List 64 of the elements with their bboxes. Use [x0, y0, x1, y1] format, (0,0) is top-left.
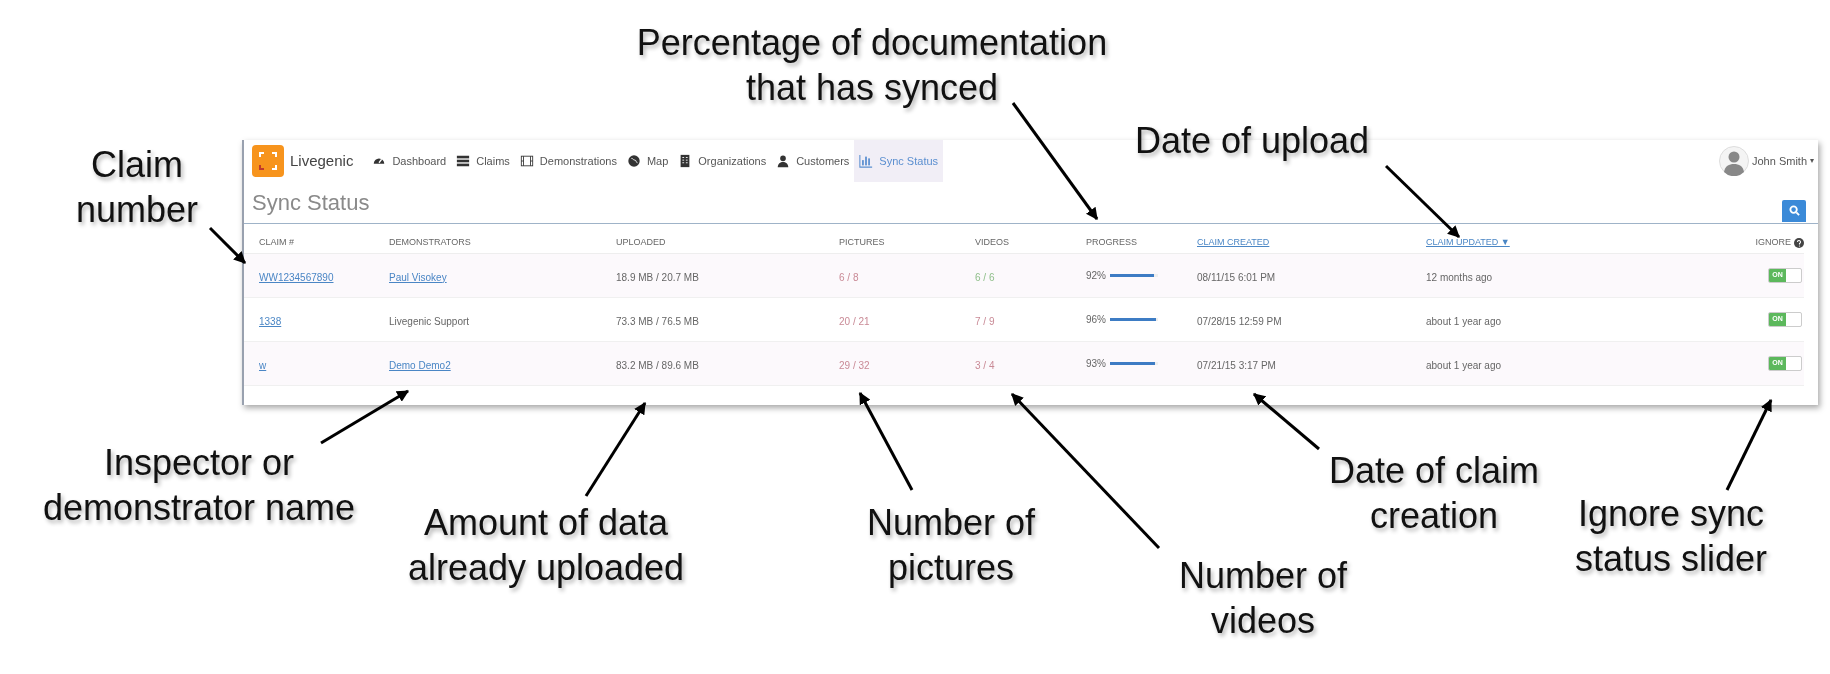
annotation-label: Claim number [75, 143, 199, 232]
logo-icon [252, 145, 284, 177]
list-icon [456, 154, 471, 168]
video-count: 7 / 9 [975, 315, 995, 327]
updated-date: 12 months ago [1426, 271, 1493, 283]
nav-item[interactable]: Demonstrations [514, 140, 622, 182]
brand-name: Livegenic [290, 150, 354, 171]
annotation-label: Number of pictures [866, 501, 1036, 590]
picture-count: 20 / 21 [839, 315, 870, 327]
person-icon [776, 154, 791, 168]
updated-date: about 1 year ago [1426, 359, 1502, 371]
nav-item[interactable]: Customers [771, 140, 855, 182]
demonstrator-link[interactable]: Paul Visokey [389, 271, 447, 283]
picture-count: 29 / 32 [839, 359, 870, 371]
column-header: DEMONSTRATORS [389, 235, 471, 249]
video-count: 3 / 4 [975, 359, 995, 371]
updated-date: about 1 year ago [1426, 315, 1502, 327]
progress-percent: 96% [1086, 313, 1106, 327]
picture-count: 6 / 8 [839, 271, 859, 283]
nav-item[interactable]: Dashboard [367, 140, 452, 182]
search-icon [1788, 205, 1800, 216]
annotation-label: Percentage of documentation that has synced [636, 21, 1108, 110]
nav-item[interactable]: Claims [451, 140, 515, 182]
column-header: PICTURES [839, 235, 885, 249]
column-header: IGNORE [1755, 235, 1791, 249]
annotation-label: Amount of data already uploaded [407, 501, 685, 590]
claim-link[interactable]: 1338 [259, 315, 282, 327]
sort-link[interactable]: CLAIM CREATED [1197, 235, 1270, 250]
nav-item[interactable]: Organizations [673, 140, 772, 182]
annotation-label: Ignore sync status slider [1574, 492, 1768, 581]
pointer-arrow [208, 226, 247, 265]
page-title: Sync Status [252, 189, 370, 217]
demonstrator-link[interactable]: Demo Demo2 [389, 359, 451, 371]
claim-link[interactable]: w [259, 359, 267, 371]
annotation-label: Number of videos [1178, 554, 1348, 643]
annotation-label: Inspector or demonstrator name [42, 441, 356, 530]
uploaded-amount: 83.2 MB / 89.6 MB [616, 359, 699, 371]
created-date: 07/28/15 12:59 PM [1197, 315, 1282, 327]
column-header: UPLOADED [616, 235, 666, 249]
progress-percent: 93% [1086, 357, 1106, 371]
pointer-arrow [1253, 392, 1320, 451]
column-header: PROGRESS [1086, 235, 1137, 249]
annotation-label: Date of upload [1134, 119, 1370, 163]
bar-chart-icon [859, 154, 874, 168]
annotation-label: Date of claim creation [1328, 449, 1540, 538]
column-header: CLAIM # [259, 235, 294, 249]
nav-item[interactable]: Sync Status [854, 140, 944, 182]
globe-icon [626, 154, 641, 168]
uploaded-amount: 73.3 MB / 76.5 MB [616, 315, 699, 327]
sort-link[interactable]: CLAIM UPDATED ▼ [1426, 235, 1510, 250]
nav-item[interactable]: Map [621, 140, 674, 182]
video-count: 6 / 6 [975, 271, 995, 283]
search-button[interactable] [1782, 199, 1806, 222]
demonstrator-name: Livegenic Support [389, 315, 470, 327]
user-menu[interactable]: John Smith ▾ [1718, 146, 1814, 176]
created-date: 07/21/15 3:17 PM [1197, 359, 1276, 371]
film-icon [519, 154, 534, 168]
avatar-icon [1718, 146, 1749, 176]
column-header: VIDEOS [975, 235, 1009, 249]
created-date: 08/11/15 6:01 PM [1197, 271, 1276, 283]
progress-percent: 92% [1086, 269, 1106, 283]
uploaded-amount: 18.9 MB / 20.7 MB [616, 271, 699, 283]
help-icon[interactable] [1794, 237, 1804, 248]
claim-link[interactable]: WW1234567890 [259, 271, 334, 283]
